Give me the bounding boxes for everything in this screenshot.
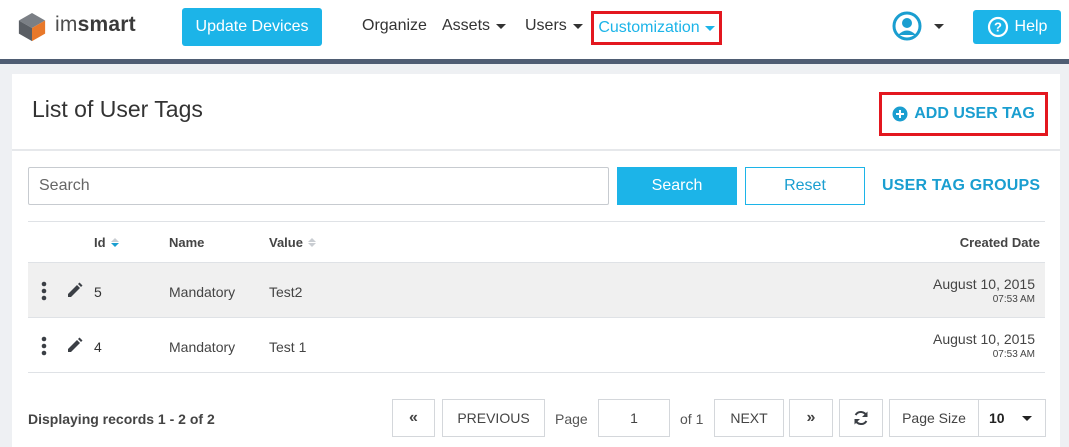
- nav-customization-label: Customization: [598, 19, 700, 36]
- more-vertical-icon[interactable]: [40, 281, 48, 301]
- column-header-name: Name: [169, 235, 204, 250]
- column-header-value[interactable]: Value: [269, 235, 316, 250]
- card-header-divider: [12, 149, 1060, 151]
- page-count-label: of 1: [680, 411, 704, 427]
- question-circle-icon: ?: [987, 16, 1008, 38]
- table-row: 4 Mandatory Test 1 August 10, 2015 07:53…: [28, 318, 1045, 373]
- page-size-control: Page Size 10: [889, 399, 1046, 437]
- nav-users[interactable]: Users: [525, 17, 583, 35]
- sort-descending-icon: [110, 238, 119, 247]
- cell-name: Mandatory: [169, 339, 236, 355]
- search-input[interactable]: [28, 167, 609, 205]
- logo-text-bold: smart: [77, 13, 136, 36]
- nav-assets[interactable]: Assets: [442, 17, 507, 35]
- page-size-value: 10: [989, 410, 1005, 426]
- cell-created-date: August 10, 2015 07:53 AM: [933, 276, 1035, 305]
- nav-organize[interactable]: Organize: [362, 17, 427, 35]
- refresh-button[interactable]: [839, 399, 883, 437]
- edit-pencil-icon[interactable]: [66, 336, 84, 354]
- table-bottom-divider: [28, 372, 1045, 373]
- column-header-id[interactable]: Id: [94, 235, 119, 250]
- help-button-label: Help: [1014, 18, 1048, 35]
- edit-pencil-icon[interactable]: [66, 281, 84, 299]
- logo-text-light: im: [55, 13, 78, 36]
- logo-wordmark[interactable]: imsmart: [55, 13, 136, 37]
- imsmart-logo-icon[interactable]: [16, 12, 48, 42]
- chevron-down-icon: [496, 24, 507, 29]
- previous-page-button[interactable]: PREVIOUS: [442, 399, 545, 437]
- column-header-id-label: Id: [94, 235, 106, 250]
- more-vertical-icon[interactable]: [40, 336, 48, 356]
- column-header-created-date: Created Date: [960, 235, 1040, 250]
- page-number-input[interactable]: 1: [598, 399, 670, 437]
- cell-id: 5: [94, 284, 102, 300]
- records-summary: Displaying records 1 - 2 of 2: [28, 411, 215, 427]
- cell-name: Mandatory: [169, 284, 236, 300]
- search-button[interactable]: Search: [617, 167, 737, 205]
- cell-id: 4: [94, 339, 102, 355]
- cell-value: Test2: [269, 284, 303, 300]
- table-row: 5 Mandatory Test2 August 10, 2015 07:53 …: [28, 263, 1045, 318]
- first-page-button[interactable]: «: [392, 399, 435, 437]
- next-page-button[interactable]: NEXT: [714, 399, 784, 437]
- created-time: 07:53 AM: [992, 349, 1035, 360]
- nav-organize-label: Organize: [362, 17, 427, 34]
- nav-users-label: Users: [525, 17, 567, 34]
- help-button[interactable]: ? Help: [973, 10, 1061, 44]
- update-devices-button[interactable]: Update Devices: [182, 8, 322, 46]
- page-size-select[interactable]: 10: [979, 410, 1045, 426]
- user-menu[interactable]: [892, 11, 944, 41]
- column-header-name-label: Name: [169, 235, 205, 250]
- nav-assets-label: Assets: [442, 17, 491, 34]
- chevron-down-icon: [934, 24, 944, 29]
- cell-value: Test 1: [269, 339, 307, 355]
- top-navigation-bar: imsmart Update Devices Organize Assets U…: [0, 0, 1069, 59]
- chevron-down-icon: [1022, 416, 1032, 421]
- chevron-down-icon: [704, 26, 715, 31]
- reset-button[interactable]: Reset: [745, 167, 865, 205]
- plus-circle-icon: [892, 106, 908, 122]
- created-date: August 10, 2015: [933, 276, 1035, 292]
- chevron-down-icon: [572, 24, 583, 29]
- created-date: August 10, 2015: [933, 331, 1035, 347]
- user-circle-icon: [892, 11, 922, 41]
- last-page-button[interactable]: »: [789, 399, 833, 437]
- user-tag-groups-link[interactable]: USER TAG GROUPS: [882, 177, 1040, 195]
- refresh-icon: [854, 410, 868, 426]
- column-header-created-date-label: Created Date: [959, 235, 1040, 250]
- sort-icon: [307, 238, 316, 247]
- table-top-divider: [28, 221, 1045, 222]
- page-title: List of User Tags: [32, 96, 203, 122]
- column-header-value-label: Value: [269, 235, 303, 250]
- created-time: 07:53 AM: [992, 294, 1035, 305]
- page-size-label: Page Size: [890, 400, 979, 436]
- cell-created-date: August 10, 2015 07:53 AM: [933, 331, 1035, 360]
- add-user-tag-button[interactable]: ADD USER TAG: [879, 92, 1048, 136]
- add-user-tag-label: ADD USER TAG: [914, 105, 1035, 122]
- svg-text:?: ?: [994, 20, 1002, 35]
- page-label: Page: [555, 411, 588, 427]
- nav-customization[interactable]: Customization: [591, 11, 722, 45]
